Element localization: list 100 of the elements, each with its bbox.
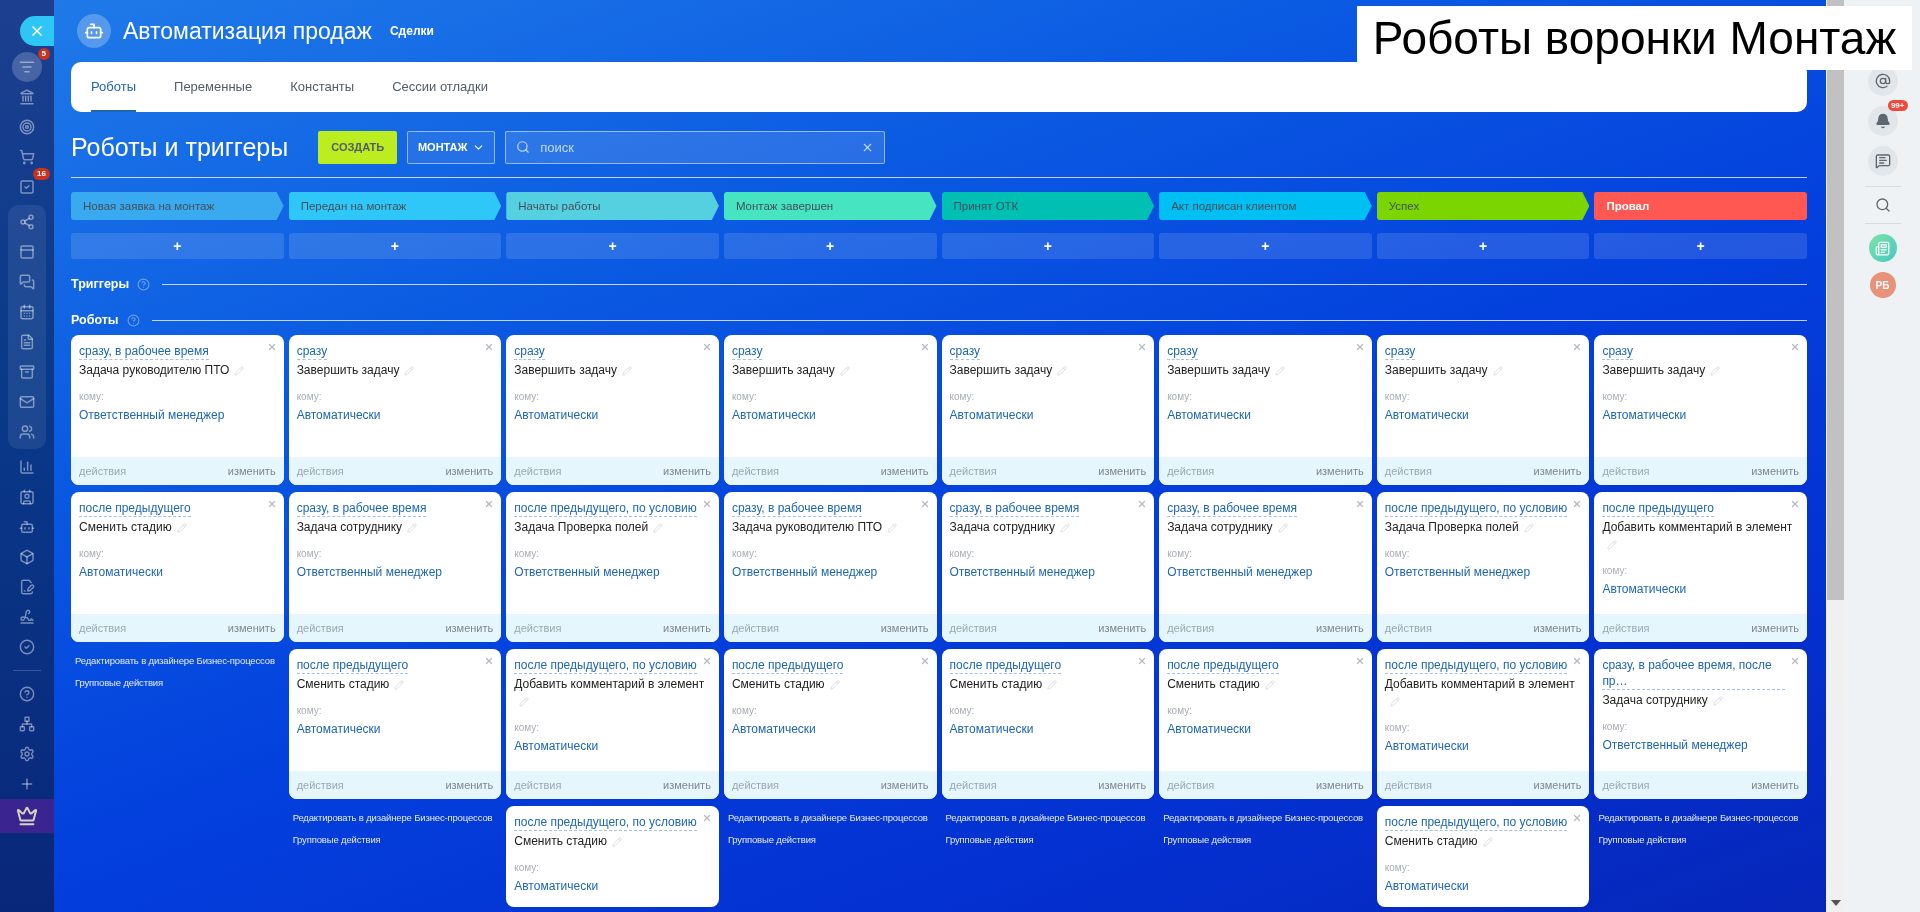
trigger-link[interactable]: после предыдущего, по условию <box>514 500 697 517</box>
pencil-icon[interactable] <box>1057 365 1068 376</box>
tab[interactable]: Сессии отладки <box>392 62 488 112</box>
edit-link[interactable]: изменить <box>1098 465 1147 477</box>
recipient-link[interactable]: Автоматически <box>1602 582 1687 596</box>
edit-link[interactable]: изменить <box>663 465 711 477</box>
close-icon[interactable] <box>1137 656 1148 666</box>
close-icon[interactable] <box>484 656 495 666</box>
pencil-icon[interactable] <box>829 679 840 690</box>
trigger-link[interactable]: после предыдущего <box>79 500 191 517</box>
edit-link[interactable]: изменить <box>663 779 711 791</box>
close-icon[interactable] <box>1572 813 1583 823</box>
close-icon[interactable] <box>701 813 712 823</box>
pencil-icon[interactable] <box>407 522 418 533</box>
funnel-dropdown[interactable]: МОНТАЖ <box>407 130 496 164</box>
trigger-link[interactable]: сразу <box>296 343 328 360</box>
recipient-link[interactable]: Автоматически <box>731 408 816 422</box>
add-robot-button[interactable]: + <box>288 233 502 259</box>
close-icon[interactable] <box>1572 499 1583 509</box>
pencil-icon[interactable] <box>1047 679 1058 690</box>
recipient-link[interactable]: Автоматически <box>296 722 381 736</box>
close-icon[interactable] <box>1572 342 1583 352</box>
newspaper-icon[interactable] <box>1868 234 1897 262</box>
pencil-icon[interactable] <box>1482 836 1493 847</box>
edit-link[interactable]: изменить <box>1751 622 1799 634</box>
pencil-icon[interactable] <box>519 696 530 707</box>
edit-link[interactable]: изменить <box>1751 465 1799 477</box>
trigger-link[interactable]: после предыдущего, по условию <box>514 657 697 674</box>
recipient-link[interactable]: Ответственный менеджер <box>514 565 660 579</box>
tab[interactable]: Переменные <box>174 62 253 112</box>
help-icon[interactable] <box>137 277 151 291</box>
recipient-link[interactable]: Автоматически <box>296 408 381 422</box>
trigger-link[interactable]: сразу, в рабочее время <box>296 500 427 517</box>
trigger-link[interactable]: после предыдущего <box>1602 500 1714 517</box>
trigger-link[interactable]: после предыдущего, по условию <box>1384 657 1568 674</box>
tab[interactable]: Константы <box>290 62 355 112</box>
pencil-icon[interactable] <box>176 522 187 533</box>
close-icon[interactable] <box>1790 656 1800 666</box>
edit-link[interactable]: изменить <box>445 779 494 791</box>
pencil-icon[interactable] <box>1712 695 1723 706</box>
edit-link[interactable]: изменить <box>227 622 276 634</box>
close-icon[interactable] <box>1354 656 1365 666</box>
pencil-icon[interactable] <box>1710 365 1721 376</box>
edit-link[interactable]: изменить <box>1315 465 1364 477</box>
trigger-link[interactable]: сразу <box>1384 343 1416 360</box>
trigger-link[interactable]: сразу, в рабочее время <box>79 343 209 360</box>
action-link[interactable]: Групповые действия <box>75 677 163 689</box>
pencil-icon[interactable] <box>1277 522 1288 533</box>
close-icon[interactable] <box>266 499 277 509</box>
close-icon[interactable] <box>484 499 495 509</box>
tab[interactable]: Роботы <box>91 62 137 112</box>
recipient-link[interactable]: Ответственный менеджер <box>949 565 1095 579</box>
close-icon[interactable] <box>1137 499 1148 509</box>
action-link[interactable]: Редактировать в дизайнере Бизнес-процессов <box>1163 812 1363 824</box>
edit-link[interactable]: изменить <box>1533 622 1582 634</box>
recipient-link[interactable]: Автоматически <box>949 722 1034 736</box>
recipient-link[interactable]: Автоматически <box>731 722 816 736</box>
trigger-link[interactable]: сразу <box>514 343 545 360</box>
close-icon[interactable] <box>1572 656 1583 666</box>
recipient-link[interactable]: Автоматически <box>1167 722 1251 736</box>
close-icon[interactable] <box>1354 499 1365 509</box>
add-robot-button[interactable]: + <box>71 233 284 259</box>
edit-link[interactable]: изменить <box>1533 465 1582 477</box>
trigger-link[interactable]: после предыдущего <box>1167 657 1279 674</box>
search-icon[interactable] <box>1874 197 1891 213</box>
edit-link[interactable]: изменить <box>880 779 929 791</box>
recipient-link[interactable]: Автоматически <box>1167 408 1251 422</box>
edit-link[interactable]: изменить <box>1315 779 1364 791</box>
trigger-link[interactable]: после предыдущего <box>731 657 844 674</box>
recipient-link[interactable]: Автоматически <box>949 408 1034 422</box>
pencil-icon[interactable] <box>1492 365 1503 376</box>
close-icon[interactable] <box>919 656 930 666</box>
add-robot-button[interactable]: + <box>1159 233 1372 259</box>
close-icon[interactable] <box>919 342 930 352</box>
search-field[interactable]: поиск <box>538 138 854 156</box>
trigger-link[interactable]: сразу <box>949 343 981 360</box>
action-link[interactable]: Групповые действия <box>292 834 381 846</box>
action-link[interactable]: Редактировать в дизайнере Бизнес-процессов <box>75 655 275 667</box>
bell-button[interactable] <box>1867 106 1898 136</box>
recipient-link[interactable]: Автоматически <box>514 879 599 893</box>
add-robot-button[interactable]: + <box>506 233 719 259</box>
trigger-link[interactable]: после предыдущего, по условию <box>514 814 697 831</box>
edit-link[interactable]: изменить <box>1315 622 1364 634</box>
recipient-link[interactable]: Автоматически <box>1602 408 1687 422</box>
help-icon[interactable] <box>126 313 140 327</box>
recipient-link[interactable]: Автоматически <box>1384 739 1469 753</box>
recipient-link[interactable]: Автоматически <box>1384 879 1469 893</box>
pencil-icon[interactable] <box>1274 365 1285 376</box>
edit-link[interactable]: изменить <box>445 622 494 634</box>
close-icon[interactable] <box>919 499 930 509</box>
action-link[interactable]: Редактировать в дизайнере Бизнес-процессов <box>727 812 928 824</box>
trigger-link[interactable]: после предыдущего, по условию <box>1384 814 1568 831</box>
pencil-icon[interactable] <box>404 365 415 376</box>
trigger-link[interactable]: сразу <box>731 343 763 360</box>
edit-link[interactable]: изменить <box>1751 779 1799 791</box>
close-icon[interactable] <box>1790 342 1800 352</box>
close-icon[interactable] <box>1137 342 1148 352</box>
action-link[interactable]: Редактировать в дизайнере Бизнес-процессов <box>1598 812 1799 824</box>
edit-link[interactable]: изменить <box>1098 622 1147 634</box>
action-link[interactable]: Групповые действия <box>1163 834 1252 846</box>
